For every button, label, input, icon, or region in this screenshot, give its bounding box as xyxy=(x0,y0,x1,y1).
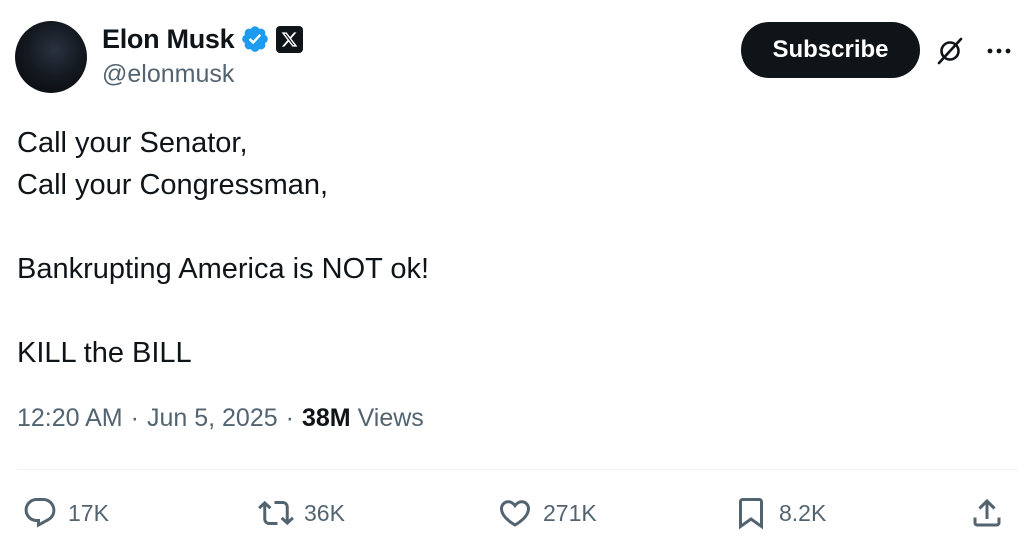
post-line: KILL the BILL xyxy=(17,337,192,369)
meta-separator: · xyxy=(285,404,294,432)
post-line xyxy=(17,206,429,248)
reply-icon xyxy=(24,498,56,528)
post-text: Call your Senator, Call your Congressman… xyxy=(17,122,429,374)
post-line: Call your Congressman, xyxy=(17,169,329,201)
divider xyxy=(17,469,1018,470)
verified-badge-icon[interactable] xyxy=(240,24,270,54)
like-count: 271K xyxy=(543,499,597,526)
subscribe-button[interactable]: Subscribe xyxy=(741,22,920,78)
bookmark-icon xyxy=(739,498,763,530)
action-bar: 17K 36K 271K 8.2K xyxy=(0,488,1024,538)
post-date[interactable]: Jun 5, 2025 xyxy=(147,404,278,433)
author-name-row: Elon Musk xyxy=(102,22,304,56)
share-icon xyxy=(973,498,1001,527)
bookmark-count: 8.2K xyxy=(779,499,827,526)
post-line: Call your Senator, xyxy=(17,127,248,159)
repost-icon xyxy=(258,500,294,526)
heart-icon xyxy=(499,500,531,527)
reply-button[interactable]: 17K xyxy=(22,488,109,538)
post-meta: 12:20 AM · Jun 5, 2025 · 38M Views xyxy=(17,404,424,433)
views-count: 38M xyxy=(301,404,351,432)
repost-button[interactable]: 36K xyxy=(258,488,345,538)
author-name[interactable]: Elon Musk xyxy=(102,24,235,55)
post-line xyxy=(17,290,429,332)
x-affiliate-icon[interactable] xyxy=(276,25,304,53)
like-button[interactable]: 271K xyxy=(497,488,597,538)
grok-icon[interactable] xyxy=(933,34,967,68)
more-icon[interactable] xyxy=(982,34,1016,68)
avatar[interactable] xyxy=(15,21,87,93)
post-line: Bankrupting America is NOT ok! xyxy=(17,253,430,285)
repost-count: 36K xyxy=(304,499,345,526)
post-time[interactable]: 12:20 AM xyxy=(17,404,123,433)
author-handle[interactable]: @elonmusk xyxy=(102,60,234,89)
reply-count: 17K xyxy=(68,499,109,526)
bookmark-button[interactable]: 8.2K xyxy=(733,488,826,538)
meta-separator: · xyxy=(130,404,139,432)
share-button[interactable] xyxy=(969,488,1005,538)
views-label: Views xyxy=(357,404,424,432)
